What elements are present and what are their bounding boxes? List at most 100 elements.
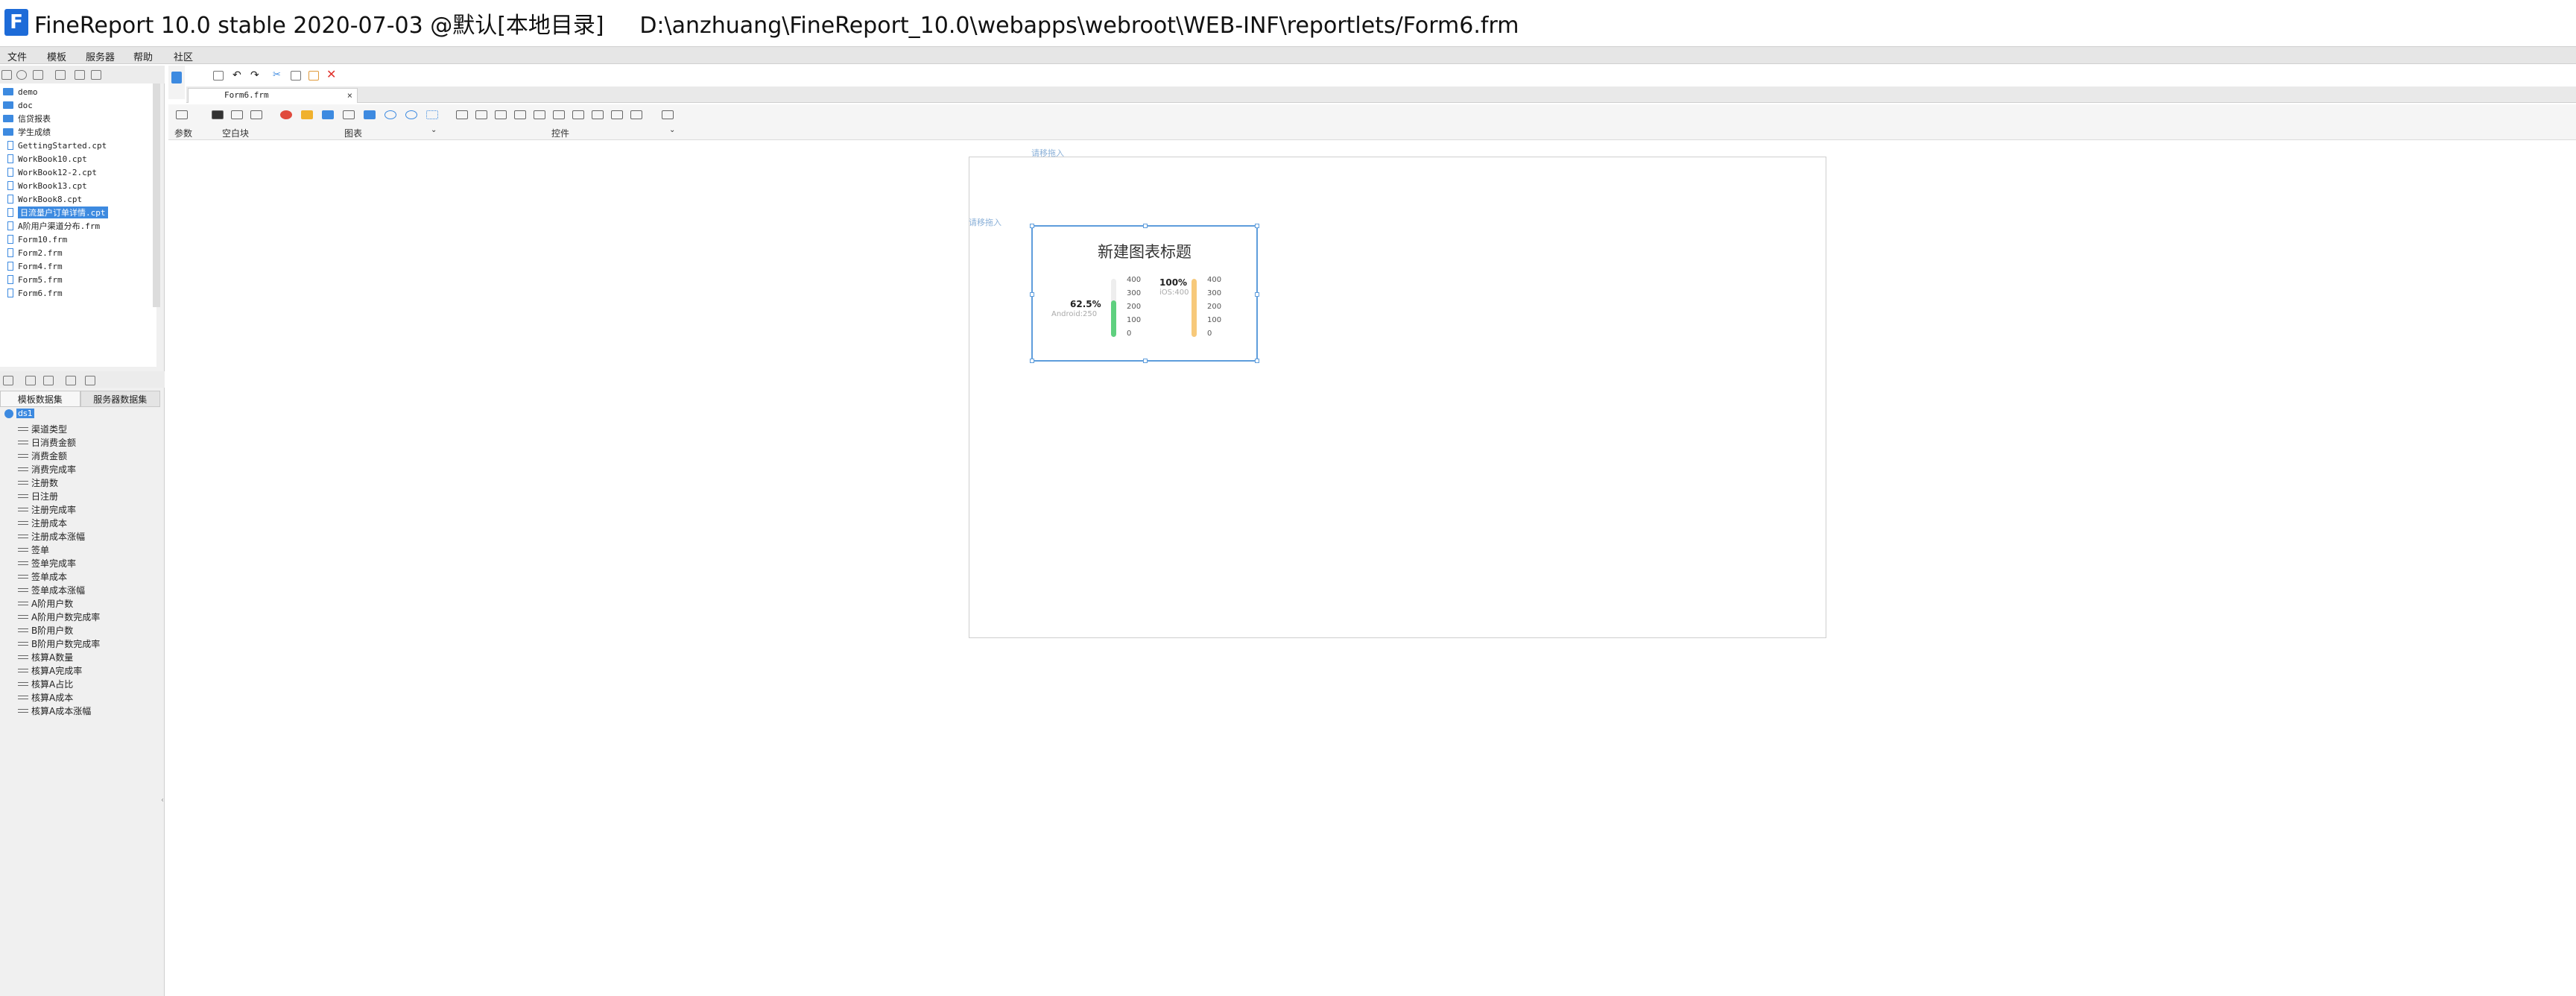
param-icon[interactable] — [176, 110, 188, 119]
pie-chart-icon[interactable] — [280, 110, 292, 119]
tab-form6[interactable]: Form6.frm × — [188, 88, 358, 103]
dataset-field[interactable]: 渠道类型 — [18, 422, 67, 435]
tree-folder-scores[interactable]: 学生成绩 — [3, 125, 51, 139]
chart-widget[interactable]: 新建图表标题 62.5% Android:250 400 300 200 100… — [1030, 224, 1259, 363]
tree-file[interactable]: WorkBook10.cpt — [3, 152, 87, 166]
tab-server-dataset[interactable]: 服务器数据集 — [80, 391, 160, 407]
menu-community[interactable]: 社区 — [174, 49, 193, 63]
dataset-field[interactable]: 签单 — [18, 543, 49, 556]
lock-icon[interactable] — [55, 70, 66, 80]
tree-file[interactable]: WorkBook12-2.cpt — [3, 166, 97, 179]
tree-file[interactable]: Form6.frm — [3, 286, 63, 300]
resize-handle[interactable] — [1255, 224, 1259, 228]
dataset-field[interactable]: 消费完成率 — [18, 462, 76, 476]
dataset-field[interactable]: 日注册 — [18, 489, 58, 502]
preview-icon[interactable] — [66, 376, 76, 385]
form-mode-button[interactable] — [168, 66, 185, 99]
dataset-field[interactable]: 日消费金额 — [18, 435, 76, 449]
panel-collapse-icon[interactable]: ‹ — [161, 796, 164, 804]
checkbox-widget-icon[interactable] — [553, 110, 565, 119]
menu-server[interactable]: 服务器 — [86, 49, 115, 63]
dataset-field[interactable]: B阶用户数 — [18, 623, 73, 637]
resize-handle[interactable] — [1030, 359, 1034, 363]
tree-file[interactable]: Form4.frm — [3, 259, 63, 273]
undo-icon[interactable]: ↶ — [232, 70, 243, 81]
list-widget-icon[interactable] — [630, 110, 642, 119]
text-widget-icon[interactable] — [456, 110, 468, 119]
tab-template-dataset[interactable]: 模板数据集 — [0, 391, 80, 407]
dataset-field[interactable]: 签单完成率 — [18, 556, 76, 570]
copy-icon[interactable] — [85, 376, 95, 385]
dataset-field[interactable]: 注册成本涨幅 — [18, 529, 85, 543]
area-chart-icon[interactable] — [364, 110, 376, 119]
copy-icon[interactable] — [291, 71, 301, 81]
dataset-root[interactable]: ds1 — [4, 409, 34, 418]
absolute-block-icon[interactable] — [250, 110, 262, 119]
blank-block-icon[interactable] — [212, 110, 224, 119]
redo-icon[interactable]: ↷ — [250, 70, 261, 81]
tree-file[interactable]: WorkBook8.cpt — [3, 192, 82, 206]
dataset-field[interactable]: B阶用户数完成率 — [18, 637, 100, 650]
dataset-field[interactable]: 消费金额 — [18, 449, 67, 462]
dataset-field[interactable]: 注册数 — [18, 476, 58, 489]
password-widget-icon[interactable] — [534, 110, 545, 119]
new-folder-icon[interactable] — [1, 70, 12, 80]
dataset-field[interactable]: 核算A成本涨幅 — [18, 704, 91, 717]
resize-handle[interactable] — [1255, 359, 1259, 363]
resize-handle[interactable] — [1143, 359, 1148, 363]
menu-template[interactable]: 模板 — [47, 49, 66, 63]
tree-file[interactable]: GettingStarted.cpt — [3, 139, 107, 152]
gauge-chart-icon[interactable] — [384, 110, 396, 119]
delete-icon[interactable] — [91, 70, 101, 80]
save-icon[interactable] — [213, 71, 224, 81]
rename-icon[interactable] — [75, 70, 85, 80]
tree-file[interactable]: Form5.frm — [3, 273, 63, 286]
dataset-field[interactable]: 核算A完成率 — [18, 664, 82, 677]
control-expand-icon[interactable]: ⌄ — [669, 126, 675, 134]
tree-file[interactable]: WorkBook13.cpt — [3, 179, 87, 192]
line-chart-icon[interactable] — [343, 110, 355, 119]
dataset-field[interactable]: 核算A占比 — [18, 677, 73, 690]
menu-help[interactable]: 帮助 — [133, 49, 153, 63]
tree-file[interactable]: Form2.frm — [3, 246, 63, 259]
date-widget-icon[interactable] — [592, 110, 604, 119]
column-chart-icon[interactable] — [322, 110, 334, 119]
tree-file-selected[interactable]: 日流量户订单详情.cpt — [3, 206, 108, 219]
dataset-field[interactable]: 注册成本 — [18, 516, 67, 529]
resize-handle[interactable] — [1030, 224, 1034, 228]
delete-icon[interactable] — [43, 376, 54, 385]
textarea-widget-icon[interactable] — [475, 110, 487, 119]
dataset-field[interactable]: 签单成本涨幅 — [18, 583, 85, 596]
radar-chart-icon[interactable] — [405, 110, 417, 119]
add-dataset-icon[interactable] — [3, 376, 13, 385]
refresh-icon[interactable] — [16, 70, 27, 80]
dataset-field[interactable]: 核算A数量 — [18, 650, 73, 664]
scatter-chart-icon[interactable] — [426, 110, 438, 119]
dataset-field[interactable]: 签单成本 — [18, 570, 67, 583]
resize-handle[interactable] — [1255, 292, 1259, 297]
edit-icon[interactable] — [25, 376, 36, 385]
tree-scrollbar[interactable] — [153, 83, 160, 307]
paste-icon[interactable] — [308, 71, 319, 81]
dataset-field[interactable]: 核算A成本 — [18, 690, 73, 704]
tree-folder-doc[interactable]: doc — [3, 98, 33, 112]
chart-expand-icon[interactable]: ⌄ — [431, 126, 437, 134]
resize-handle[interactable] — [1030, 292, 1034, 297]
resize-handle[interactable] — [1143, 224, 1148, 228]
number-widget-icon[interactable] — [514, 110, 526, 119]
tab-block-icon[interactable] — [231, 110, 243, 119]
tree-folder-credit[interactable]: 信贷报表 — [3, 112, 51, 125]
dataset-field[interactable]: A阶用户数 — [18, 596, 73, 610]
close-tab-icon[interactable]: × — [347, 89, 352, 102]
dataset-field[interactable]: 注册完成率 — [18, 502, 76, 516]
more-widget-icon[interactable] — [662, 110, 674, 119]
bar-chart-icon[interactable] — [301, 110, 313, 119]
combobox-widget-icon[interactable] — [611, 110, 623, 119]
open-icon[interactable] — [33, 70, 43, 80]
tree-file[interactable]: A阶用户渠道分布.frm — [3, 219, 100, 233]
dataset-field[interactable]: A阶用户数完成率 — [18, 610, 100, 623]
menu-file[interactable]: 文件 — [7, 49, 27, 63]
tree-file[interactable]: Form10.frm — [3, 233, 67, 246]
delete-x-icon[interactable]: ✕ — [326, 69, 337, 81]
radio-widget-icon[interactable] — [572, 110, 584, 119]
